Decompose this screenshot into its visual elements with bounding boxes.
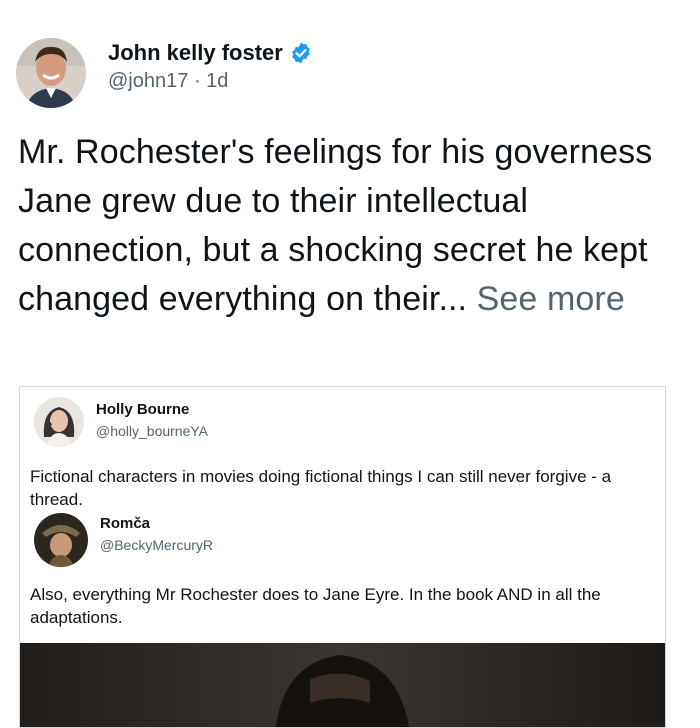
reply-tweet-header: Romča @BeckyMercuryR: [34, 513, 213, 567]
embedded-image: [20, 643, 665, 727]
post: John kelly foster @john17 · 1d Mr. Roche…: [0, 0, 700, 728]
quoted-tweet-header: Holly Bourne @holly_bourneYA: [34, 397, 208, 447]
embedded-screenshot[interactable]: Holly Bourne @holly_bourneYA Fictional c…: [19, 386, 666, 728]
see-more-link[interactable]: See more: [477, 280, 625, 318]
reply-avatar: [34, 513, 88, 567]
verified-badge-icon: [292, 42, 310, 64]
post-time[interactable]: 1d: [206, 70, 228, 92]
author-row: John kelly foster @john17 · 1d: [16, 38, 313, 108]
quoted-avatar: [34, 397, 84, 447]
author-handle[interactable]: @john17: [108, 70, 188, 92]
quoted-name: Holly Bourne: [96, 401, 190, 418]
post-text: Mr. Rochester's feelings for his governe…: [18, 128, 682, 324]
quoted-handle: @holly_bourneYA: [96, 423, 209, 439]
reply-text: Also, everything Mr Rochester does to Ja…: [30, 585, 601, 627]
author-name[interactable]: John kelly foster: [108, 40, 283, 66]
author-handle-line: @john17 · 1d: [108, 70, 313, 93]
reply-handle: @BeckyMercuryR: [100, 537, 214, 553]
author-avatar[interactable]: [16, 38, 86, 108]
handle-separator: ·: [193, 70, 201, 92]
reply-name: Romča: [100, 515, 151, 532]
quoted-text: Fictional characters in movies doing fic…: [30, 467, 612, 509]
